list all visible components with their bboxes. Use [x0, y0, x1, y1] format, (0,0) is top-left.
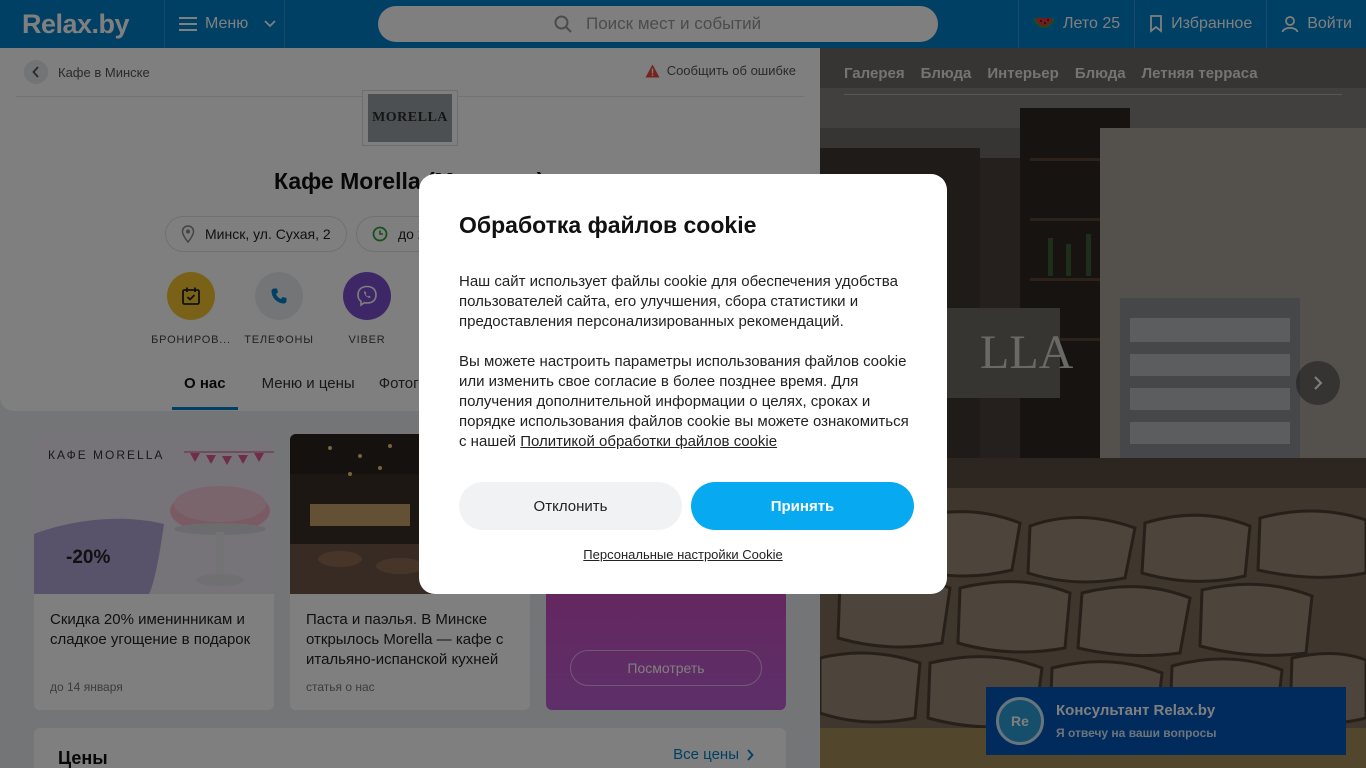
cookie-dialog: Обработка файлов cookie Наш сайт использ… — [419, 174, 947, 594]
cookie-paragraph-1: Наш сайт использует файлы cookie для обе… — [459, 273, 898, 330]
cookie-body: Наш сайт использует файлы cookie для обе… — [459, 272, 919, 452]
accept-button[interactable]: Принять — [691, 482, 914, 530]
cookie-settings-link[interactable]: Персональные настройки Cookie — [419, 547, 947, 562]
decline-button[interactable]: Отклонить — [459, 482, 682, 530]
cookie-paragraph-2: Вы можете настроить параметры использова… — [459, 352, 919, 452]
cookie-policy-link[interactable]: Политикой обработки файлов cookie — [520, 433, 777, 450]
cookie-title: Обработка файлов cookie — [459, 212, 757, 238]
